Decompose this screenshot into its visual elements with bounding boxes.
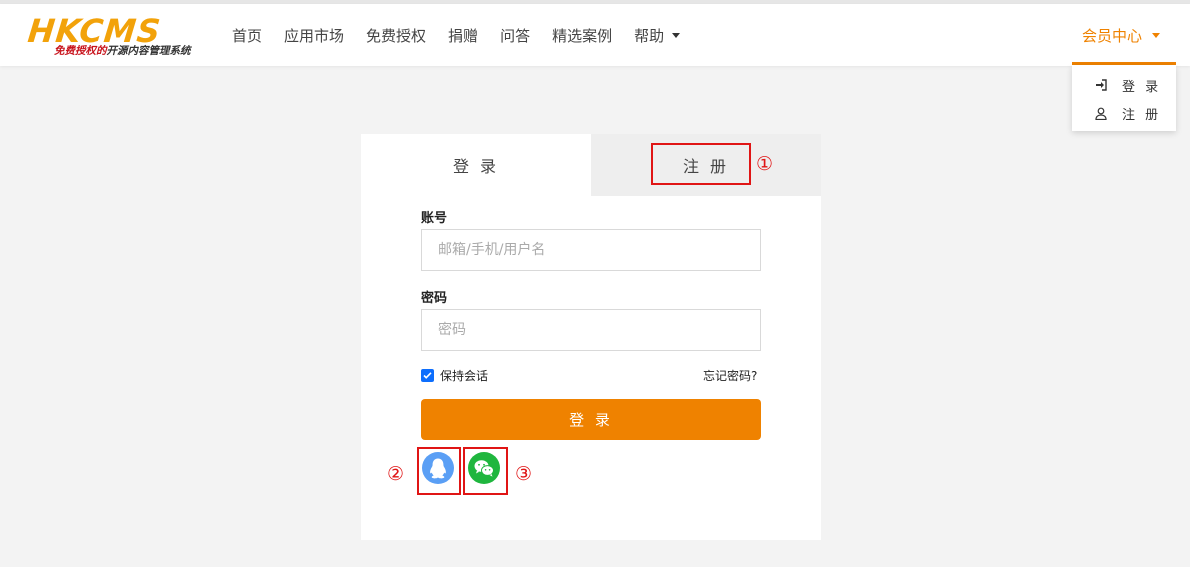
tab-login[interactable]: 登 录: [361, 134, 591, 196]
nav-donate[interactable]: 捐赠: [448, 25, 478, 46]
dropdown-register-label: 注 册: [1122, 107, 1162, 123]
account-label: 账号: [421, 211, 448, 226]
logo-tagline: 免费授权的开源内容管理系统: [54, 45, 191, 57]
remember-session[interactable]: 保持会话: [421, 367, 488, 384]
remember-checkbox[interactable]: [421, 369, 434, 382]
nav-qa[interactable]: 问答: [500, 25, 530, 46]
account-input[interactable]: [421, 229, 761, 271]
nav-app-market[interactable]: 应用市场: [284, 25, 344, 46]
annotation-box-register-tab: [651, 143, 751, 185]
dropdown-login-label: 登 录: [1122, 79, 1162, 95]
nav-free-license-label: 免费授权: [366, 26, 427, 45]
member-center-label: 会员中心: [1082, 26, 1143, 45]
annotation-number-2: ②: [387, 463, 405, 485]
caret-down-icon: [672, 32, 681, 38]
site-logo[interactable]: HKCMS 免费授权的开源内容管理系统: [26, 12, 208, 60]
annotation-box-wechat: [463, 447, 508, 495]
nav-donate-label: 捐赠: [448, 26, 479, 45]
logo-wordmark: HKCMS: [26, 12, 163, 50]
annotation-number-1: ①: [756, 153, 774, 175]
nav-cases-label: 精选案例: [552, 26, 613, 45]
nav-help[interactable]: 帮助: [634, 25, 681, 46]
login-button[interactable]: 登 录: [421, 399, 761, 440]
tab-login-label: 登 录: [452, 157, 500, 176]
nav-help-label: 帮助: [634, 26, 665, 45]
nav-qa-label: 问答: [500, 26, 531, 45]
caret-down-icon: [1152, 32, 1161, 38]
nav-free-license[interactable]: 免费授权: [366, 25, 426, 46]
dropdown-register[interactable]: 注 册: [1072, 99, 1176, 127]
nav-home[interactable]: 首页: [232, 25, 262, 46]
annotation-number-3: ③: [515, 463, 533, 485]
member-center-toggle[interactable]: 会员中心: [1082, 4, 1161, 66]
remember-label: 保持会话: [440, 369, 489, 383]
nav-app-market-label: 应用市场: [284, 26, 345, 45]
main-nav: 首页 应用市场 免费授权 捐赠 问答 精选案例 帮助: [232, 4, 702, 66]
nav-home-label: 首页: [232, 26, 263, 45]
site-header: HKCMS 免费授权的开源内容管理系统 首页 应用市场 免费授权 捐赠 问答 精…: [0, 4, 1190, 66]
sign-in-icon: [1094, 78, 1108, 92]
forgot-password-link[interactable]: 忘记密码?: [703, 367, 757, 384]
logo-tagline-rest: 开源内容管理系统: [106, 45, 191, 57]
password-label: 密码: [421, 291, 448, 306]
dropdown-login[interactable]: 登 录: [1072, 71, 1176, 99]
annotation-box-qq: [417, 447, 461, 495]
password-input[interactable]: [421, 309, 761, 351]
member-dropdown: 登 录 注 册: [1072, 65, 1176, 131]
user-icon: [1094, 106, 1108, 120]
logo-tagline-red: 免费授权的: [54, 45, 107, 57]
nav-cases[interactable]: 精选案例: [552, 25, 612, 46]
